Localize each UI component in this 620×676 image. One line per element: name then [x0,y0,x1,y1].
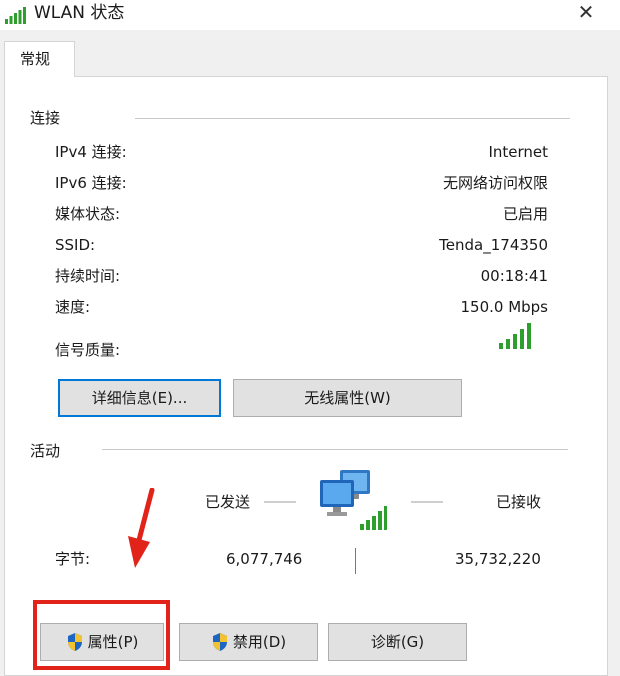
ipv4-label: IPv4 连接: [55,143,127,161]
bytes-received-value: 35,732,220 [455,550,541,568]
wireless-properties-button[interactable]: 无线属性(W) [233,379,462,417]
duration-value: 00:18:41 [480,267,548,285]
activity-divider [102,449,568,450]
media-state-value: 已启用 [502,205,548,223]
received-label: 已接收 [496,493,542,511]
speed-value: 150.0 Mbps [460,298,548,316]
media-state-label: 媒体状态: [55,205,121,223]
details-button-label: 详细信息(E)... [91,389,188,407]
window-title: WLAN 状态 [34,3,125,23]
tab-general[interactable]: 常规 [4,41,75,77]
connection-section-title: 连接 [30,109,61,127]
general-panel [4,76,608,676]
disable-button-label: 禁用(D) [232,633,287,651]
signal-strength-icon [499,323,531,349]
signal-quality-label: 信号质量: [55,341,121,359]
bytes-label: 字节: [55,550,91,568]
diagnose-button-label: 诊断(G) [370,633,425,651]
disable-button[interactable]: 禁用(D) [179,623,318,661]
activity-section-title: 活动 [30,442,61,460]
ipv6-value: 无网络访问权限 [442,174,548,192]
wireless-properties-button-label: 无线属性(W) [304,389,391,407]
duration-label: 持续时间: [55,267,121,285]
title-bar: WLAN 状态 ✕ [0,0,620,30]
connection-divider [135,118,570,119]
details-button[interactable]: 详细信息(E)... [58,379,221,417]
uac-shield-icon [212,633,227,651]
annotation-arrow-icon [128,488,155,568]
bytes-separator [355,548,356,574]
ssid-value: Tenda_174350 [439,236,548,254]
ipv6-label: IPv6 连接: [55,174,127,192]
network-computers-icon [320,470,387,530]
received-dash [411,501,443,503]
tab-general-label: 常规 [20,50,51,68]
speed-label: 速度: [55,298,91,316]
sent-dash [264,501,296,503]
annotation-highlight-box [33,600,170,670]
bytes-sent-value: 6,077,746 [226,550,303,568]
wifi-signal-icon [5,7,26,24]
close-button[interactable]: ✕ [566,0,606,26]
close-icon: ✕ [577,0,595,24]
diagnose-button[interactable]: 诊断(G) [328,623,467,661]
sent-label: 已发送 [205,493,251,511]
ipv4-value: Internet [488,143,548,161]
ssid-label: SSID: [55,236,96,254]
